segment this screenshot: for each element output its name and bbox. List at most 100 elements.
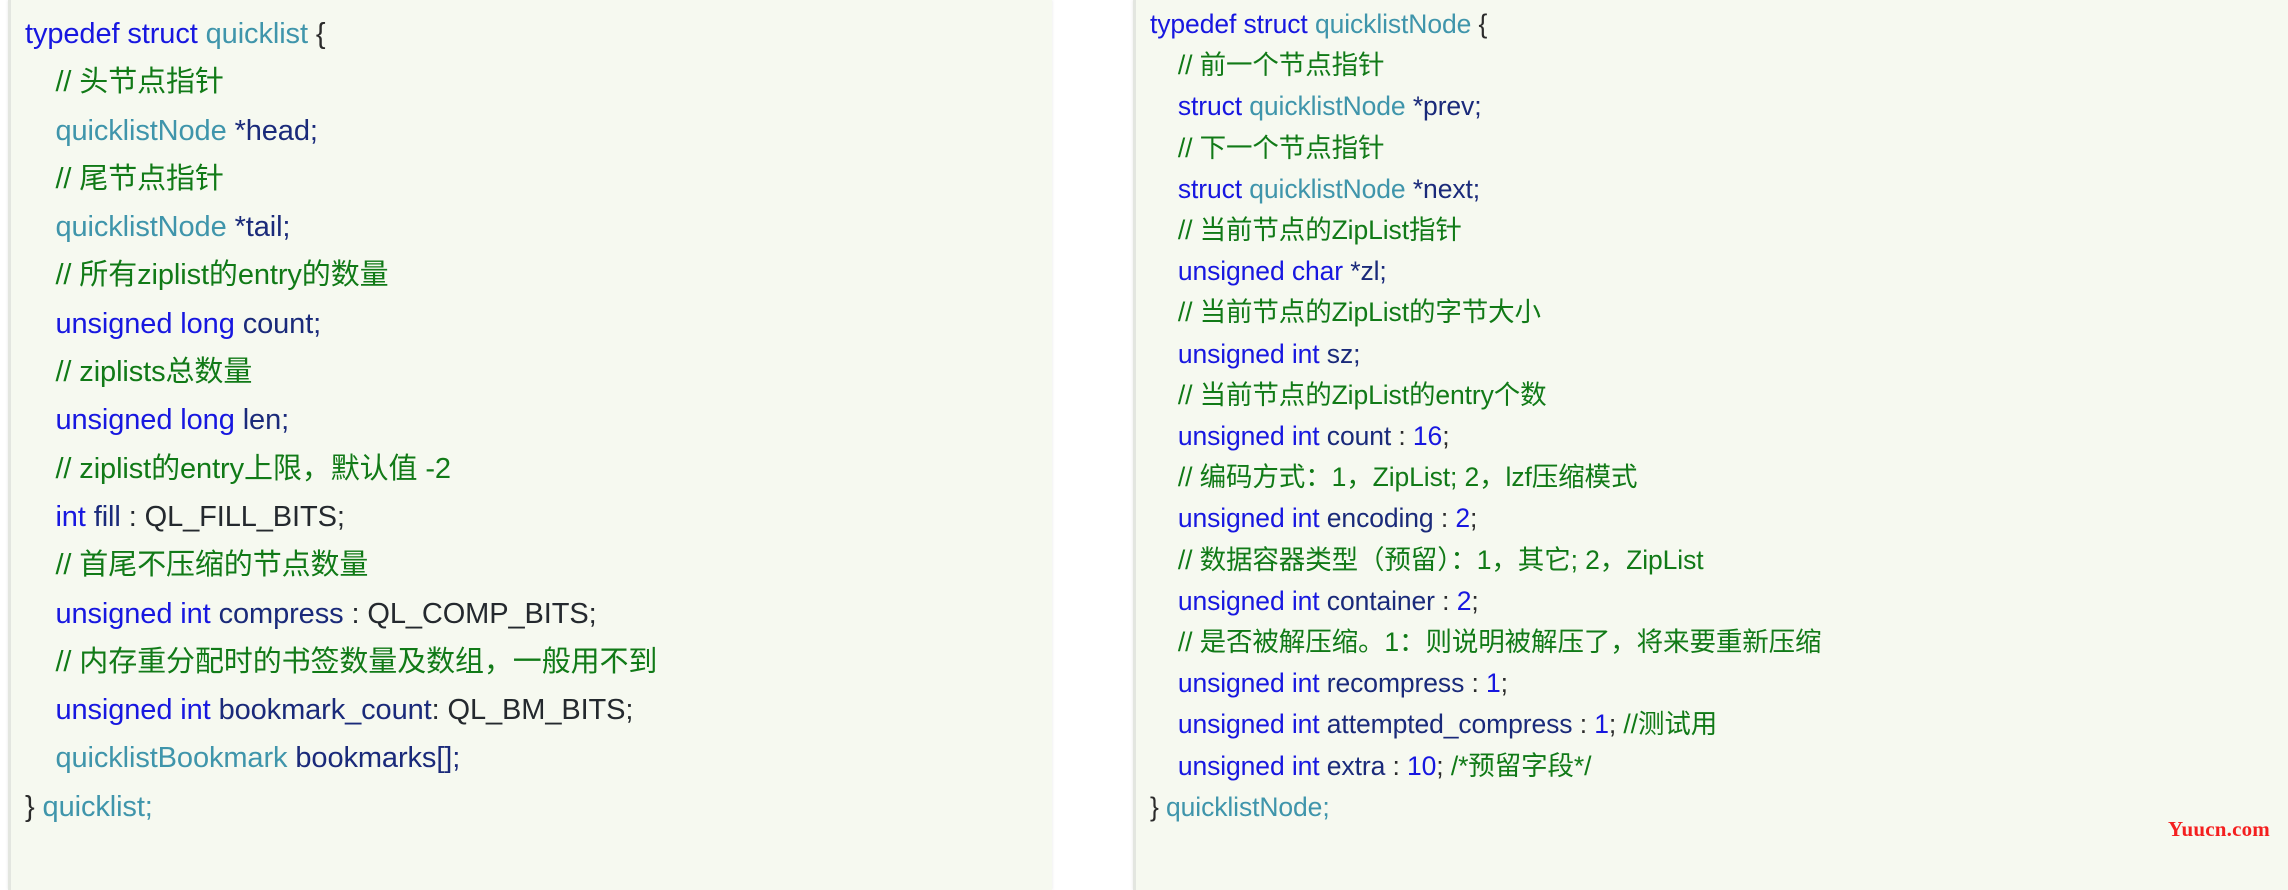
code-token-pun: {	[1471, 9, 1488, 39]
code-token-typ: quicklistNode	[55, 114, 227, 147]
code-line: // 尾节点指针	[11, 155, 1052, 203]
code-token-num: 1	[1594, 709, 1609, 740]
code-token-pun: :	[1385, 750, 1408, 781]
code-token-cmt: // 是否被解压缩。1：则说明被解压了，将来要重新压缩	[1177, 627, 1822, 658]
code-token-star: *next;	[1405, 173, 1481, 204]
code-block-quicklistnode: typedef struct quicklistNode { // 前一个节点指…	[1133, 0, 2288, 890]
code-token-cmt: // 头节点指针	[55, 66, 224, 99]
code-token-star: *head;	[226, 114, 318, 147]
code-token-id: extra	[1326, 750, 1386, 781]
code-line: // 当前节点的ZipList指针	[1136, 210, 2288, 251]
code-token-kw: typedef struct	[25, 18, 206, 50]
code-line: quicklistBookmark bookmarks[];	[11, 734, 1052, 782]
code-token-pun: ;	[1436, 750, 1451, 781]
code-token-kw: unsigned char	[1177, 256, 1351, 287]
code-token-pun: ;	[1471, 585, 1479, 616]
code-token-typ: quicklistNode	[55, 211, 227, 244]
code-token-id: sz;	[1326, 338, 1361, 369]
code-token-cmt: // ziplists总数量	[55, 356, 253, 389]
code-token-pun: ;	[1470, 503, 1478, 534]
code-block-quicklist: typedef struct quicklist { // 头节点指针 quic…	[8, 0, 1052, 890]
code-token-id: recompress	[1326, 668, 1465, 699]
code-token-kw: struct	[1177, 91, 1250, 122]
code-token-kw: struct	[1177, 173, 1250, 204]
code-token-id: encoding	[1326, 503, 1434, 534]
code-token-kw: unsigned long	[55, 307, 243, 340]
code-line: // 是否被解压缩。1：则说明被解压了，将来要重新压缩	[1136, 622, 2288, 663]
code-token-star: *prev;	[1405, 91, 1482, 122]
code-token-pun: :	[1434, 585, 1457, 616]
code-token-cmt: // 内存重分配时的书签数量及数组，一般用不到	[55, 645, 658, 678]
code-line: // 所有ziplist的entry的数量	[11, 251, 1052, 299]
code-token-cmt: // 当前节点的ZipList的字节大小	[1177, 297, 1541, 328]
code-token-kw: unsigned long	[55, 404, 243, 437]
code-token-kw: unsigned int	[1177, 585, 1327, 616]
code-line: typedef struct quicklist {	[11, 10, 1052, 58]
code-token-kw: unsigned int	[1177, 750, 1327, 781]
code-token-star: *tail;	[226, 211, 291, 244]
code-token-num: 2	[1456, 585, 1472, 616]
code-token-id: count	[1326, 421, 1392, 452]
code-line: // 当前节点的ZipList的entry个数	[1136, 375, 2288, 416]
code-line: quicklistNode *head;	[11, 107, 1052, 155]
code-token-kw: typedef struct	[1150, 9, 1315, 39]
code-line: unsigned int compress : QL_COMP_BITS;	[11, 590, 1052, 638]
code-token-cmt: // 前一个节点指针	[1177, 50, 1385, 81]
code-line: unsigned int extra : 10; /*预留字段*/	[1136, 746, 2288, 787]
code-line: unsigned int attempted_compress : 1; //测…	[1136, 704, 2288, 745]
code-token-pun: {	[307, 18, 326, 50]
code-token-num: 2	[1455, 503, 1471, 534]
code-line: unsigned int encoding : 2;	[1136, 498, 2288, 539]
code-token-pun: ;	[1608, 709, 1624, 740]
code-token-cmt: // 编码方式：1，ZipList; 2，lzf压缩模式	[1177, 462, 1638, 493]
code-token-id: len;	[242, 404, 290, 437]
code-token-id: container	[1326, 585, 1435, 616]
code-line: unsigned int count : 16;	[1136, 416, 2288, 457]
code-token-pun: :	[1464, 668, 1487, 699]
code-token-pun: }	[1150, 791, 1167, 822]
code-token-typ: quicklistNode	[1249, 91, 1406, 122]
code-token-kw: unsigned int	[1177, 709, 1327, 740]
code-line: unsigned long count;	[11, 300, 1052, 348]
code-token-kw: unsigned int	[1177, 421, 1327, 452]
code-token-cmt: // 下一个节点指针	[1177, 132, 1385, 163]
code-line: struct quicklistNode *prev;	[1136, 86, 2288, 127]
code-token-kw: unsigned int	[55, 597, 219, 630]
code-token-typ: quicklistNode	[1249, 173, 1406, 204]
code-line: unsigned long len;	[11, 396, 1052, 444]
code-token-cmt: // 当前节点的ZipList的entry个数	[1177, 379, 1547, 410]
code-line: unsigned char *zl;	[1136, 251, 2288, 292]
code-line: // 下一个节点指针	[1136, 128, 2288, 169]
code-token-cmt: // 所有ziplist的entry的数量	[55, 259, 389, 292]
code-line: // ziplists总数量	[11, 348, 1052, 396]
code-token-star: *zl;	[1350, 256, 1387, 287]
code-token-typ: quicklistNode	[1314, 9, 1472, 39]
code-token-con: : QL_BM_BITS;	[431, 694, 634, 727]
code-line: // 前一个节点指针	[1136, 45, 2288, 86]
code-token-con: : QL_COMP_BITS;	[343, 597, 597, 630]
code-token-id: count;	[242, 307, 322, 340]
